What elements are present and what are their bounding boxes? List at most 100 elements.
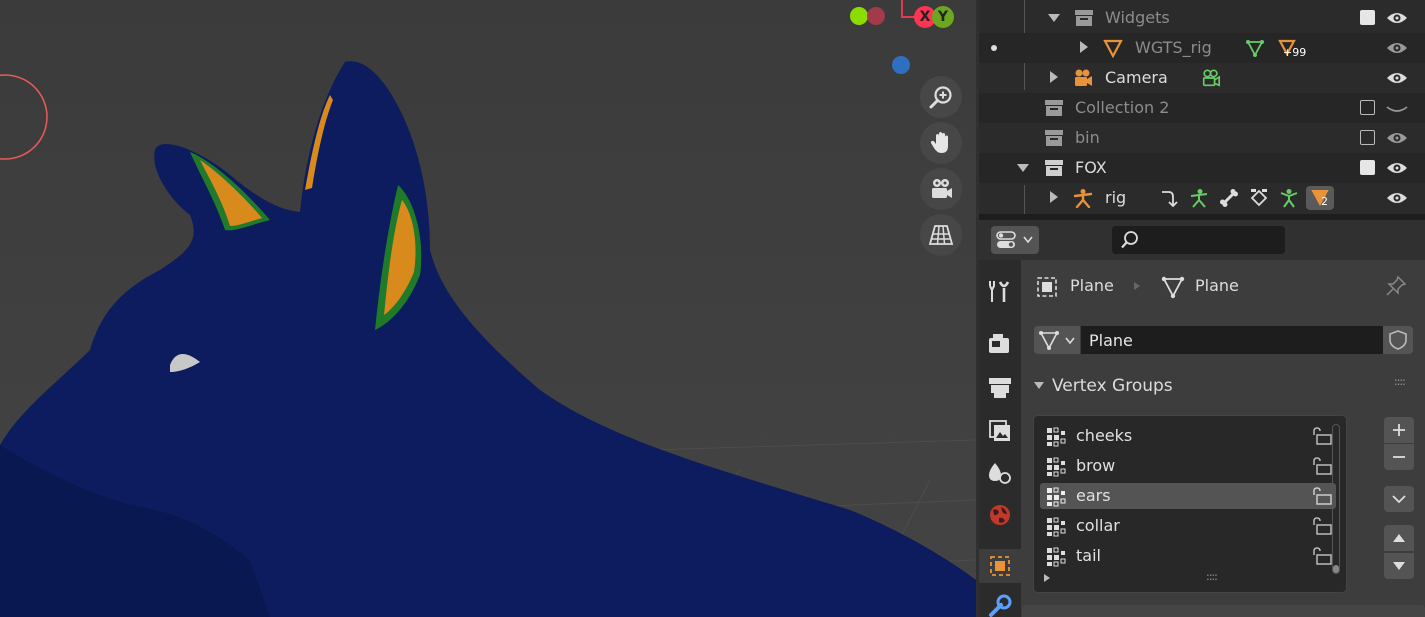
panel-collapse-arrow-icon[interactable]	[1034, 382, 1044, 389]
eye-visibility-icon[interactable]	[1386, 10, 1408, 26]
gizmo-y-negative-dot[interactable]	[850, 7, 868, 25]
camera-data-icon[interactable]	[1201, 68, 1221, 88]
breadcrumb-data-name[interactable]: Plane	[1195, 276, 1239, 295]
panel-drag-grip-icon[interactable]: ::::	[1394, 375, 1406, 388]
unlock-icon[interactable]	[1312, 517, 1332, 535]
bone-constraint-icon[interactable]	[1249, 188, 1269, 208]
eye-visibility-icon[interactable]	[1386, 40, 1408, 56]
scene-tab-icon[interactable]	[987, 460, 1013, 486]
breadcrumb-object-name[interactable]: Plane	[1070, 276, 1114, 295]
vertex-group-item[interactable]: collar	[1040, 513, 1336, 539]
mesh-browse-dropdown[interactable]	[1034, 326, 1080, 354]
pose-constraint-icon[interactable]	[1159, 188, 1179, 208]
outliner-row-bin[interactable]: bin	[979, 123, 1425, 153]
pan-hand-icon	[930, 132, 948, 153]
eye-visibility-icon[interactable]	[1386, 160, 1408, 176]
outliner-row-camera[interactable]: Camera	[979, 63, 1425, 93]
camera-view-icon	[932, 179, 952, 198]
vertex-group-item[interactable]: brow	[1040, 453, 1336, 479]
world-tab-icon[interactable]	[987, 502, 1013, 528]
tool-settings-tab-icon[interactable]	[987, 278, 1013, 304]
output-tab-icon[interactable]	[987, 375, 1013, 401]
exclude-checkbox[interactable]	[1360, 100, 1375, 115]
remove-vertex-group-button[interactable]	[1384, 444, 1414, 470]
move-group-up-button[interactable]	[1384, 525, 1414, 551]
shield-icon	[1389, 330, 1407, 350]
breadcrumb-separator-icon	[1134, 282, 1140, 290]
collapse-arrow-icon[interactable]	[1017, 164, 1029, 172]
scrollbar-thumb[interactable]	[1333, 565, 1339, 573]
collapse-arrow-icon[interactable]	[1048, 14, 1060, 22]
triangle-down-icon	[1393, 562, 1405, 570]
armature-data-icon[interactable]	[1189, 188, 1209, 208]
mesh-name-field[interactable]: Plane	[1081, 326, 1383, 354]
plus-icon	[1393, 424, 1405, 436]
eye-hidden-icon[interactable]	[1386, 102, 1408, 118]
modifier-wrench-tab-icon[interactable]	[987, 593, 1013, 617]
object-breadcrumb-icon	[1037, 277, 1057, 297]
fake-user-button[interactable]	[1383, 326, 1413, 354]
gizmo-z-axis[interactable]	[892, 56, 910, 74]
zoom-button[interactable]	[920, 76, 962, 118]
list-resize-grip-icon[interactable]: ::::	[1206, 570, 1218, 583]
vertex-group-icon	[1047, 547, 1066, 567]
expand-arrow-icon[interactable]	[1080, 41, 1088, 53]
next-panel-header[interactable]	[1022, 605, 1425, 617]
outliner-row-fox[interactable]: FOX	[979, 153, 1425, 183]
vertex-group-label: brow	[1076, 456, 1116, 475]
outliner-row-collection-2[interactable]: Collection 2	[979, 93, 1425, 123]
bone-icon[interactable]	[1219, 188, 1239, 208]
vertex-group-label: cheeks	[1076, 426, 1133, 445]
list-scrollbar[interactable]	[1332, 424, 1340, 574]
editor-type-dropdown[interactable]	[991, 226, 1039, 254]
view-layer-tab-icon[interactable]	[987, 418, 1013, 444]
exclude-checkbox[interactable]	[1360, 130, 1375, 145]
vertex-groups-panel-header[interactable]: Vertex Groups ::::	[1022, 368, 1425, 404]
eye-visibility-icon[interactable]	[1386, 190, 1408, 206]
vertex-groups-list[interactable]: cheeks brow ears collar tail::::	[1033, 415, 1347, 593]
gizmo-y-axis[interactable]: Y	[932, 6, 954, 28]
exclude-checkbox[interactable]	[1360, 160, 1375, 175]
mesh-object-icon	[1103, 39, 1123, 58]
gizmo-axis-line	[901, 0, 915, 18]
unlock-icon[interactable]	[1312, 487, 1332, 505]
unlock-icon[interactable]	[1312, 427, 1332, 445]
vertex-group-specials-menu[interactable]	[1384, 486, 1414, 512]
outliner-row-wgts-rig[interactable]: WGTS_rig +99	[979, 33, 1425, 63]
vertex-group-item[interactable]: tail	[1040, 543, 1336, 569]
pose-icon[interactable]	[1279, 188, 1299, 208]
move-group-down-button[interactable]	[1384, 553, 1414, 579]
render-tab-icon[interactable]	[987, 331, 1013, 357]
object-tab[interactable]	[979, 549, 1021, 583]
add-vertex-group-button[interactable]	[1384, 417, 1414, 443]
camera-view-button[interactable]	[920, 168, 962, 210]
eye-visibility-icon[interactable]	[1386, 130, 1408, 146]
vertex-group-item-selected[interactable]: ears	[1040, 483, 1336, 509]
expand-arrow-icon[interactable]	[1050, 71, 1058, 83]
exclude-checkbox[interactable]	[1360, 10, 1375, 25]
unlock-icon[interactable]	[1312, 457, 1332, 475]
expand-arrow-icon[interactable]	[1050, 191, 1058, 203]
properties-editor[interactable]: Plane Plane Plane Vertex Groups :::: che…	[979, 220, 1425, 617]
armature-object-icon	[1073, 189, 1093, 208]
vertex-group-item[interactable]: cheeks	[1040, 423, 1336, 449]
vertex-group-icon	[1047, 427, 1066, 447]
gizmo-x-negative-dot[interactable]	[867, 7, 885, 25]
eye-visibility-icon[interactable]	[1386, 70, 1408, 86]
properties-search-input[interactable]	[1112, 226, 1285, 254]
filter-options-arrow-icon[interactable]	[1044, 574, 1050, 582]
outliner-row-rig[interactable]: rig 2	[979, 183, 1425, 213]
unlock-icon[interactable]	[1312, 547, 1332, 565]
child-mesh-button[interactable]: 2	[1306, 186, 1334, 210]
pin-icon[interactable]	[1385, 275, 1407, 297]
triangle-up-icon	[1393, 534, 1405, 542]
perspective-toggle-button[interactable]	[920, 214, 962, 256]
outliner-panel[interactable]: Widgets WGTS_rig +99 Camera Collection 2…	[979, 0, 1425, 214]
mesh-data-icon[interactable]	[1245, 38, 1265, 58]
vertex-group-label: tail	[1076, 546, 1101, 565]
chevron-down-icon	[1065, 337, 1075, 345]
outliner-row-widgets[interactable]: Widgets	[979, 3, 1425, 33]
collection-box-icon	[1045, 100, 1063, 116]
3d-viewport[interactable]: X Y	[0, 0, 976, 617]
pan-button[interactable]	[920, 122, 962, 164]
